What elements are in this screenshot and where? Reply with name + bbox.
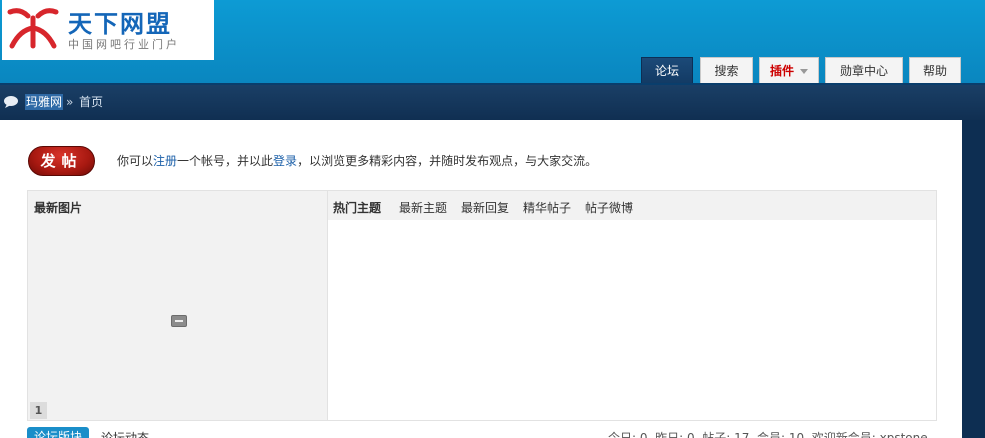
forum-stats: 今日: 0, 昨日: 0, 帖子: 17, 会员: 10, 欢迎新会员: xps… [608,431,928,438]
nav-tab-plugins[interactable]: 插件 [759,57,819,84]
welcome-message: 你可以注册一个帐号，并以此登录，以浏览更多精彩内容，并随时发布观点，与大家交流。 [117,152,597,169]
logo[interactable]: 天下网盟 中国网吧行业门户 [2,0,214,60]
breadcrumb-site-link[interactable]: 玛雅网 [25,94,64,110]
welcome-prefix: 你可以 [117,154,154,168]
breadcrumb-separator: » [66,95,74,109]
logo-subtitle: 中国网吧行业门户 [68,38,180,51]
chevron-down-icon [800,69,808,74]
header: 天下网盟 中国网吧行业门户 论坛 搜索 插件 勋章中心 帮助 [0,0,985,84]
latest-photos-box: 最新图片 1 [27,190,328,421]
tab-forum-dynamics[interactable]: 论坛动态 [101,429,149,438]
tab-hot-topics[interactable]: 热门主题 [333,199,381,216]
register-link[interactable]: 注册 [153,154,177,168]
tab-latest-replies[interactable]: 最新回复 [461,199,509,216]
logo-mark-icon [7,8,59,49]
breadcrumb: 玛雅网 » 首页 [0,85,985,120]
topics-box: 热门主题 最新主题 最新回复 精华帖子 帖子微博 [328,190,937,421]
nav-tab-forum[interactable]: 论坛 [641,57,693,84]
tab-forum-sections[interactable]: 论坛版块 [27,427,89,438]
minus-icon[interactable] [171,315,187,327]
nav-tab-search[interactable]: 搜索 [700,57,753,84]
welcome-suffix: ，以浏览更多精彩内容，并随时发布观点，与大家交流。 [297,154,598,168]
welcome-middle: 一个帐号，并以此 [177,154,274,168]
login-link[interactable]: 登录 [273,154,297,168]
new-post-button[interactable]: 发帖 [28,146,95,176]
tab-latest-topics[interactable]: 最新主题 [399,199,447,216]
logo-title: 天下网盟 [68,10,172,38]
nav-tab-medals[interactable]: 勋章中心 [825,57,903,84]
content-panel: 发帖 你可以注册一个帐号，并以此登录，以浏览更多精彩内容，并随时发布观点，与大家… [0,120,962,438]
latest-photos-title: 最新图片 [34,201,83,215]
nav-tab-plugins-label: 插件 [769,64,794,78]
topic-tabs: 热门主题 最新主题 最新回复 精华帖子 帖子微博 [328,191,936,220]
tab-featured-posts[interactable]: 精华帖子 [523,199,571,216]
tab-post-weibo[interactable]: 帖子微博 [585,199,633,216]
photo-page-1[interactable]: 1 [30,402,47,419]
breadcrumb-current[interactable]: 首页 [79,94,103,110]
speech-bubble-icon [4,96,18,108]
main-nav: 论坛 搜索 插件 勋章中心 帮助 [0,57,985,84]
nav-tab-help[interactable]: 帮助 [909,57,961,84]
